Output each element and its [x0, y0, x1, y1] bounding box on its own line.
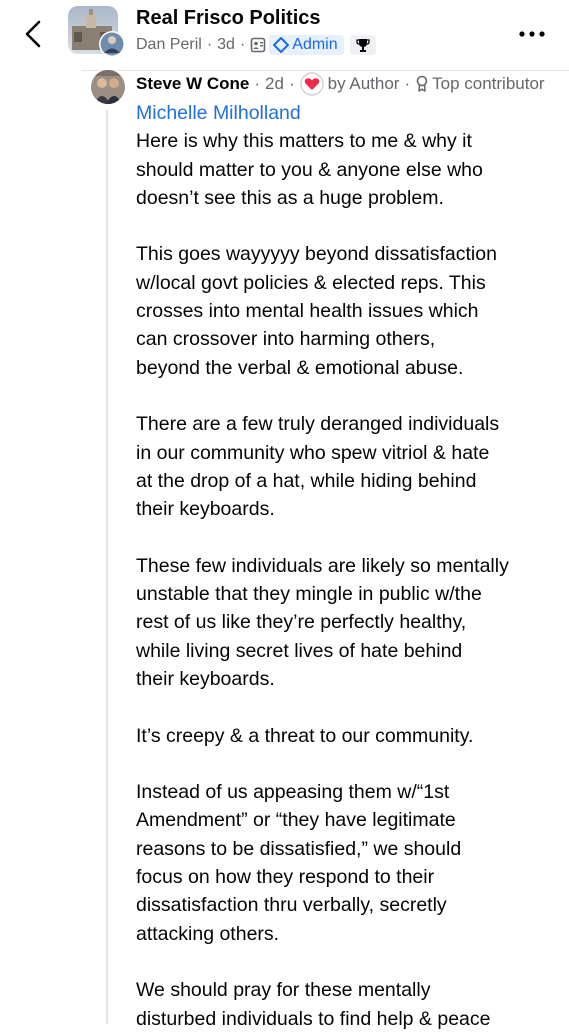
group-icon [250, 37, 266, 53]
separator-dot: · [288, 74, 295, 93]
header-divider [82, 70, 569, 71]
comment-time[interactable]: 2d [265, 74, 284, 94]
comment-paragraph: These few individuals are likely so ment… [136, 554, 509, 690]
group-name[interactable]: Real Frisco Politics [136, 7, 321, 30]
back-arrow-icon [25, 20, 41, 48]
comment-paragraph: There are a few truly deranged individua… [136, 413, 500, 521]
comment-author[interactable]: Steve W Cone [136, 74, 249, 94]
admin-diamond-icon [273, 37, 290, 53]
admin-badge[interactable]: Admin [269, 35, 344, 55]
comment-paragraph: It’s creepy & a threat to our community. [136, 724, 474, 747]
top-contributor-label: Top contributor [432, 74, 545, 93]
comment-header: Steve W Cone · 2d · by Author · Top cont… [136, 72, 545, 96]
commenter-avatar[interactable] [91, 70, 125, 104]
comment-paragraph: This goes wayyyyy beyond dissatisfaction… [136, 243, 497, 379]
separator-dot: · [206, 36, 213, 53]
separator-dot: · [404, 74, 411, 93]
comment-body: Michelle Milholland Here is why this mat… [136, 99, 561, 1033]
trophy-icon [355, 39, 370, 52]
poster-name[interactable]: Dan Peril [136, 36, 202, 54]
post-time[interactable]: 3d [217, 36, 235, 54]
mention-link[interactable]: Michelle Milholland [136, 99, 561, 127]
back-button[interactable] [18, 14, 48, 54]
comment-paragraph: Instead of us appeasing them w/“1st Amen… [136, 781, 462, 945]
separator-dot: · [239, 36, 246, 53]
group-avatar[interactable] [68, 6, 128, 58]
admin-label: Admin [292, 36, 338, 53]
trophy-badge[interactable] [349, 35, 376, 55]
comment-paragraph: Here is why this matters to me & why it … [136, 130, 483, 209]
post-header: Real Frisco Politics Dan Peril · 3d · Ad… [0, 0, 569, 70]
more-icon [519, 31, 545, 37]
comment-paragraph: We should pray for these mentally distur… [136, 979, 491, 1030]
top-contributor-icon [415, 75, 429, 93]
separator-dot: · [254, 74, 261, 93]
by-author-label: by Author [327, 74, 400, 93]
more-options-button[interactable] [517, 22, 547, 46]
heart-icon [299, 72, 324, 96]
reply-thread-line [106, 110, 108, 1024]
post-meta: Dan Peril · 3d · Admin [136, 34, 376, 56]
